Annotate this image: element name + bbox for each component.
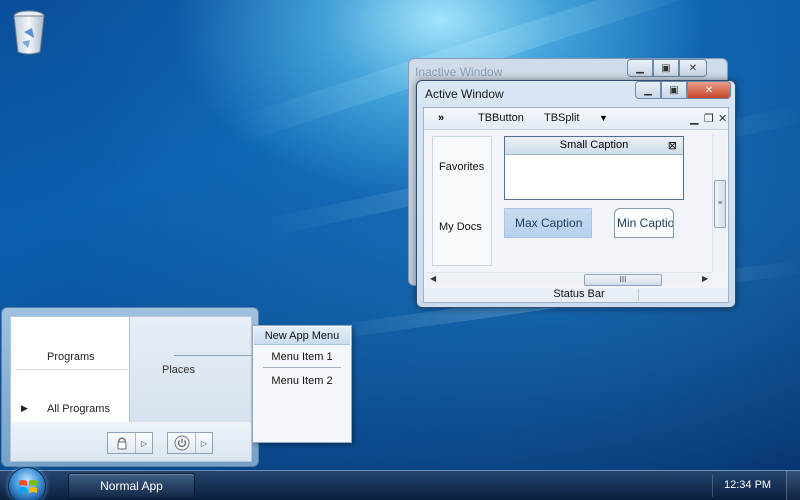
close-button[interactable]: ✕: [679, 59, 707, 77]
minimize-icon: ▁: [644, 84, 652, 96]
scroll-right-arrow-icon[interactable]: ▶: [702, 274, 708, 283]
max-caption-button[interactable]: Max Caption: [504, 208, 592, 238]
app-menu-popup: New App Menu Menu Item 1 Menu Item 2: [252, 325, 352, 443]
power-options-arrow-icon[interactable]: ▷: [196, 433, 212, 453]
lock-button[interactable]: [108, 433, 136, 453]
inactive-caption-buttons: ▁ ▣ ✕: [627, 59, 707, 77]
status-bar-text: Status Bar: [553, 288, 605, 300]
lock-options-arrow-icon[interactable]: ▷: [136, 433, 152, 453]
taskbar-clock[interactable]: 12:34 PM: [724, 479, 771, 491]
tb-button[interactable]: TBButton: [478, 112, 524, 124]
maximize-button[interactable]: ▣: [653, 59, 679, 77]
small-caption-close-icon[interactable]: ⊠: [668, 138, 677, 155]
start-menu-programs-pane: Programs ▶ All Programs: [10, 316, 130, 430]
mdi-minimize-icon[interactable]: ▁: [690, 112, 698, 125]
close-icon: ✕: [704, 84, 714, 96]
recycle-bin-icon[interactable]: [10, 8, 48, 56]
start-menu: Programs ▶ All Programs Places ▷ ▷: [1, 307, 259, 467]
min-caption-tab[interactable]: Min Captio: [614, 208, 674, 238]
all-programs-arrow-icon: ▶: [21, 403, 28, 413]
minimize-button[interactable]: ▁: [627, 59, 653, 77]
small-caption-bar: Small Caption ⊠: [505, 137, 683, 155]
favorites-item[interactable]: Favorites: [439, 161, 484, 173]
lock-icon: [117, 437, 126, 450]
lock-split-button[interactable]: ▷: [107, 432, 153, 454]
app-menu-header[interactable]: New App Menu: [254, 327, 350, 345]
tb-split-button[interactable]: TBSplit: [544, 112, 579, 124]
tray-separator: [712, 475, 713, 497]
toolbar: » TBButton TBSplit ▼ ▁ ❐ ✕: [424, 108, 728, 130]
split-dropdown-arrow-icon[interactable]: ▼: [599, 113, 608, 123]
start-button[interactable]: [8, 467, 46, 500]
minimize-icon: ▁: [636, 62, 644, 74]
all-programs-item[interactable]: All Programs: [47, 403, 110, 415]
close-icon: ✕: [688, 62, 698, 74]
scroll-left-arrow-icon[interactable]: ◀: [430, 274, 436, 283]
small-caption-window[interactable]: Small Caption ⊠: [504, 136, 684, 200]
maximize-icon: ▣: [661, 62, 671, 74]
small-caption-title: Small Caption: [559, 139, 629, 151]
status-divider: [638, 289, 639, 301]
client-area: » TBButton TBSplit ▼ ▁ ❐ ✕ Favorites My …: [423, 107, 729, 303]
power-split-button[interactable]: ▷: [167, 432, 213, 454]
status-bar: Status Bar: [424, 288, 728, 302]
toolbar-chevron-button[interactable]: »: [438, 112, 444, 124]
vertical-scrollbar[interactable]: ≡: [712, 134, 726, 272]
taskbar: Normal App 12:34 PM: [0, 467, 800, 500]
vertical-scroll-thumb[interactable]: ≡: [714, 180, 726, 228]
minimize-button[interactable]: ▁: [635, 81, 661, 99]
power-button[interactable]: [168, 433, 196, 453]
taskbar-app-button[interactable]: Normal App: [68, 473, 195, 499]
start-menu-places-pane: Places: [130, 316, 252, 430]
left-panel: Favorites My Docs: [432, 136, 492, 266]
programs-label: Programs: [47, 351, 95, 363]
close-button[interactable]: ✕: [687, 81, 731, 99]
my-docs-item[interactable]: My Docs: [439, 221, 482, 233]
power-icon: [174, 435, 189, 451]
places-label: Places: [162, 364, 196, 376]
horizontal-scrollbar[interactable]: ◀ III ▶: [426, 272, 712, 286]
places-divider: [174, 355, 252, 356]
mdi-close-icon[interactable]: ✕: [718, 112, 727, 125]
maximize-icon: ▣: [669, 84, 679, 96]
active-window-title: Active Window: [425, 87, 504, 101]
inactive-window-title: Inactive Window: [415, 65, 503, 79]
start-menu-footer: ▷ ▷: [10, 422, 252, 462]
horizontal-scroll-thumb[interactable]: III: [584, 274, 662, 286]
active-window[interactable]: Active Window ▁ ▣ ✕ » TBButton TBSplit ▼…: [416, 80, 736, 308]
mdi-restore-icon[interactable]: ❐: [704, 112, 714, 125]
maximize-button[interactable]: ▣: [661, 81, 687, 99]
active-caption-buttons: ▁ ▣ ✕: [635, 81, 731, 99]
menu-item-2[interactable]: Menu Item 2: [253, 375, 351, 387]
menu-item-1[interactable]: Menu Item 1: [253, 351, 351, 363]
programs-divider: [15, 369, 127, 370]
menu-divider: [263, 367, 341, 368]
windows-logo-icon: [19, 480, 37, 493]
show-desktop-button[interactable]: [786, 471, 800, 500]
